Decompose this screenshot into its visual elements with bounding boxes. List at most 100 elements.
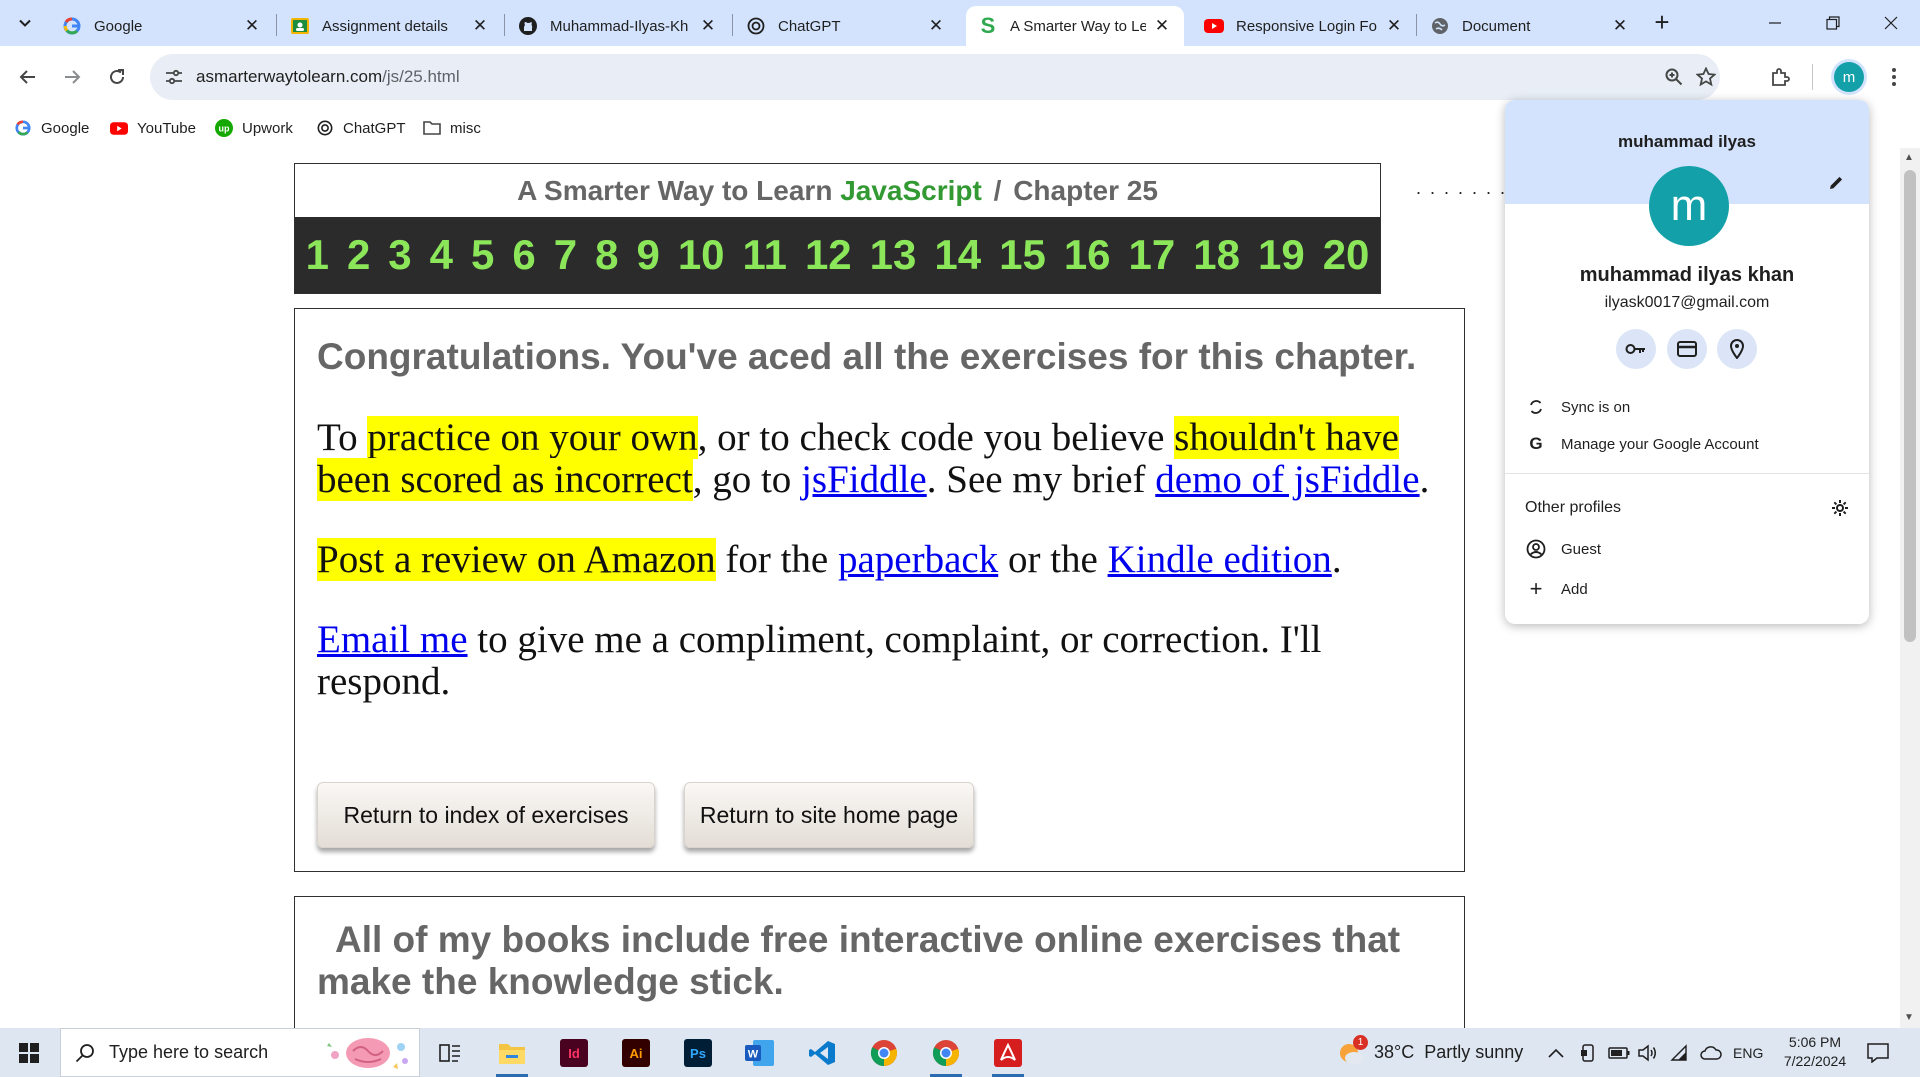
key-icon	[1625, 344, 1645, 354]
email-link[interactable]: Email me	[317, 618, 468, 661]
tab-google[interactable]: Google ✕	[50, 6, 274, 46]
add-profile-row[interactable]: + Add	[1525, 575, 1588, 603]
tab-title: Google	[94, 17, 143, 35]
taskbar-chrome-active[interactable]	[924, 1034, 968, 1077]
tab-github[interactable]: Muhammad-Ilyas-Kh ✕	[506, 6, 730, 46]
minimize-button[interactable]	[1746, 0, 1804, 46]
kindle-link[interactable]: Kindle edition	[1108, 538, 1332, 581]
manage-profiles-button[interactable]	[1829, 497, 1851, 519]
volume-icon[interactable]	[1638, 1028, 1658, 1077]
taskbar-word[interactable]: W	[738, 1034, 782, 1071]
taskbar-chrome[interactable]	[862, 1034, 906, 1071]
tab-smarter-way[interactable]: S A Smarter Way to Le ✕	[966, 6, 1184, 46]
forward-button[interactable]	[56, 61, 88, 93]
chapter-link[interactable]: 7	[554, 231, 577, 279]
addresses-button[interactable]	[1717, 329, 1757, 369]
payment-methods-button[interactable]	[1667, 329, 1707, 369]
tab-youtube[interactable]: Responsive Login Fo ✕	[1192, 6, 1416, 46]
chapter-link[interactable]: 16	[1064, 231, 1111, 279]
taskbar-illustrator[interactable]: Ai	[614, 1034, 658, 1071]
chapter-link[interactable]: 14	[934, 231, 981, 279]
language-indicator[interactable]: ENG	[1733, 1028, 1763, 1077]
chapter-link[interactable]: 20	[1323, 231, 1370, 279]
close-icon[interactable]: ✕	[470, 16, 490, 36]
chapter-link[interactable]: 11	[743, 231, 787, 279]
start-button[interactable]	[0, 1028, 58, 1077]
chapter-link[interactable]: 18	[1193, 231, 1240, 279]
chrome-menu-button[interactable]	[1878, 61, 1910, 93]
taskbar-search[interactable]: Type here to search	[60, 1028, 420, 1077]
site-settings-icon[interactable]	[162, 65, 186, 89]
scroll-down-icon[interactable]: ▼	[1904, 1012, 1914, 1023]
edit-profile-button[interactable]	[1823, 170, 1849, 196]
manage-account-row[interactable]: G Manage your Google Account	[1525, 430, 1758, 458]
bookmark-star-icon[interactable]	[1694, 65, 1718, 89]
taskbar-file-explorer[interactable]	[490, 1034, 534, 1077]
chapter-link[interactable]: 15	[999, 231, 1046, 279]
bookmark-folder-misc[interactable]: misc	[423, 116, 481, 140]
tab-title: Document	[1462, 17, 1531, 35]
chapter-link[interactable]: 5	[471, 231, 494, 279]
close-icon[interactable]: ✕	[1152, 16, 1172, 36]
taskbar-vscode[interactable]	[800, 1034, 844, 1071]
close-window-button[interactable]	[1862, 0, 1920, 46]
close-icon[interactable]: ✕	[698, 16, 718, 36]
profile-avatar-button[interactable]: m	[1834, 62, 1864, 92]
notifications-button[interactable]	[1867, 1028, 1889, 1077]
jsfiddle-link[interactable]: jsFiddle	[801, 458, 927, 501]
back-button[interactable]	[12, 61, 44, 93]
close-icon[interactable]: ✕	[926, 16, 946, 36]
chapter-link[interactable]: 17	[1129, 231, 1176, 279]
chapter-link[interactable]: 2	[347, 231, 370, 279]
chapter-link[interactable]: 8	[595, 231, 618, 279]
onedrive-cloud-icon[interactable]	[1700, 1028, 1722, 1077]
tab-document[interactable]: Document ✕	[1418, 6, 1642, 46]
bookmark-youtube[interactable]: YouTube	[110, 116, 196, 140]
tab-search-button[interactable]	[8, 7, 42, 39]
passwords-button[interactable]	[1616, 329, 1656, 369]
taskbar-photoshop[interactable]: Ps	[676, 1034, 720, 1071]
return-index-button[interactable]: Return to index of exercises	[317, 782, 655, 848]
chapter-link[interactable]: 9	[636, 231, 659, 279]
page-scrollbar[interactable]: ▲ ▼	[1900, 148, 1920, 1028]
chapter-link[interactable]: 13	[870, 231, 917, 279]
chapter-link[interactable]: 3	[388, 231, 411, 279]
bookmark-upwork[interactable]: up Upwork	[215, 116, 293, 140]
sync-status-row[interactable]: Sync is on	[1525, 393, 1630, 421]
show-hidden-icons[interactable]	[1548, 1028, 1564, 1077]
tab-divider	[276, 14, 277, 36]
close-icon[interactable]: ✕	[242, 16, 262, 36]
chapter-link[interactable]: 6	[512, 231, 535, 279]
extensions-button[interactable]	[1764, 61, 1796, 93]
chapter-link[interactable]: 10	[678, 231, 725, 279]
return-home-button[interactable]: Return to site home page	[684, 782, 974, 848]
system-clock[interactable]: 5:06 PM 7/22/2024	[1770, 1033, 1860, 1071]
chapter-link[interactable]: 12	[805, 231, 852, 279]
scroll-up-icon[interactable]: ▲	[1904, 152, 1914, 163]
address-bar[interactable]: asmarterwaytolearn.com/js/25.html	[150, 54, 1720, 100]
tab-assignment[interactable]: Assignment details ✕	[278, 6, 502, 46]
restore-button[interactable]	[1804, 0, 1862, 46]
guest-profile-row[interactable]: Guest	[1525, 535, 1601, 563]
battery-icon[interactable]	[1608, 1028, 1630, 1077]
close-icon[interactable]: ✕	[1610, 16, 1630, 36]
bookmark-google[interactable]: Google	[14, 116, 89, 140]
taskbar-task-view[interactable]	[428, 1034, 472, 1071]
taskbar-indesign[interactable]: Id	[552, 1034, 596, 1071]
jsfiddle-demo-link[interactable]: demo of jsFiddle	[1155, 458, 1419, 501]
paperback-link[interactable]: paperback	[838, 538, 998, 581]
zoom-icon[interactable]	[1662, 65, 1686, 89]
chapter-link[interactable]: 19	[1258, 231, 1305, 279]
new-tab-button[interactable]: +	[1646, 8, 1678, 38]
bookmark-chatgpt[interactable]: ChatGPT	[316, 116, 406, 140]
tab-chatgpt[interactable]: ChatGPT ✕	[734, 6, 958, 46]
wifi-icon[interactable]	[1670, 1028, 1690, 1077]
chapter-link[interactable]: 4	[430, 231, 453, 279]
chapter-link[interactable]: 1	[306, 231, 329, 279]
weather-widget[interactable]: 1 38°C Partly sunny	[1336, 1028, 1523, 1077]
close-icon[interactable]: ✕	[1384, 16, 1404, 36]
taskbar-acrobat[interactable]	[986, 1034, 1030, 1077]
reload-button[interactable]	[101, 61, 133, 93]
scrollbar-thumb[interactable]	[1904, 170, 1916, 642]
meet-now-icon[interactable]	[1580, 1028, 1596, 1077]
